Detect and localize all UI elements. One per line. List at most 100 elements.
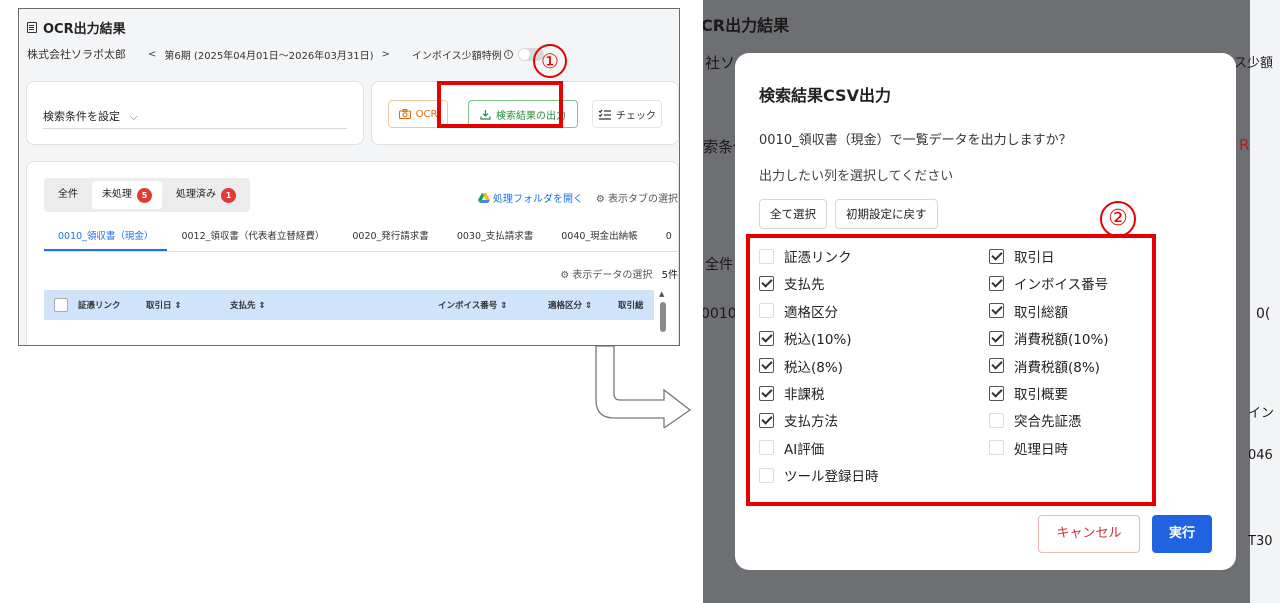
column-option[interactable]: AI評価 [759, 438, 824, 458]
column-option-label: 適格区分 [784, 304, 838, 321]
bg-0: 0( [1256, 306, 1271, 322]
checklist-icon [598, 109, 611, 120]
col-invoice[interactable]: インボイス番号 ⇕ [438, 299, 548, 311]
subtab-0040[interactable]: 0040_現金出納帳 [547, 224, 651, 251]
document-icon [27, 22, 37, 33]
search-condition-dropdown[interactable]: 検索条件を設定 ⌵ [43, 108, 138, 124]
run-button[interactable]: 実行 [1152, 515, 1212, 553]
column-option[interactable]: 支払方法 [759, 410, 838, 430]
column-option[interactable]: 取引総額 [989, 301, 1068, 321]
scroll-thumb[interactable] [660, 302, 666, 332]
column-option-label: 非課税 [784, 387, 825, 403]
col-payee[interactable]: 支払先 ⇕ [230, 299, 438, 311]
scrollbar[interactable]: ▲ [659, 290, 666, 345]
checkbox-checked[interactable] [759, 385, 774, 401]
left-screenshot: OCR出力結果 株式会社ソラボ太郎 < 第6期 (2025年04月01日〜202… [18, 8, 680, 346]
checkbox-checked[interactable] [989, 385, 1004, 401]
tab-unprocessed[interactable]: 未処理 5 [92, 181, 162, 209]
column-option[interactable]: ツール登録日時 [759, 465, 879, 485]
table-row[interactable] [44, 320, 654, 345]
bg-title: CR出力結果 [703, 16, 790, 35]
data-select-bar: ⚙ 表示データの選択 5件 [560, 266, 678, 281]
tab-unprocessed-label: 未処理 [102, 189, 132, 200]
next-period-button[interactable]: > [382, 49, 390, 60]
subtab-0030[interactable]: 0030_支払請求書 [443, 224, 547, 251]
step-1-marker: ① [533, 44, 567, 78]
checkbox-checked[interactable] [759, 275, 774, 291]
column-option-label: ツール登録日時 [784, 469, 879, 486]
column-option-label: 消費税額(10%) [1014, 332, 1109, 349]
checkbox-unchecked[interactable] [759, 248, 774, 264]
subtab-0010[interactable]: 0010_領収書（現金） [44, 224, 168, 251]
period-label: 第6期 (2025年04月01日〜2026年03月31日) [164, 50, 374, 62]
bg-t30: T30 [1248, 534, 1273, 549]
checkbox-unchecked[interactable] [759, 440, 774, 456]
divider [43, 128, 347, 129]
subtab-0012[interactable]: 0012_領収書（代表者立替経費） [167, 224, 338, 251]
column-option-label: AI評価 [784, 441, 825, 458]
right-screenshot: CR出力結果 社ソ ス少額 索条件 R 全件 0010_ 0( イン 046 T… [703, 0, 1280, 603]
prev-period-button[interactable]: < [148, 49, 156, 60]
column-option[interactable]: 証憑リンク [759, 246, 852, 266]
dialog-title: 検索結果CSV出力 [759, 86, 891, 105]
checkbox-unchecked[interactable] [989, 412, 1004, 428]
column-option[interactable]: 処理日時 [989, 438, 1068, 458]
checkbox-checked[interactable] [989, 330, 1004, 346]
column-option[interactable]: インボイス番号 [989, 273, 1108, 293]
column-option[interactable]: 突合先証憑 [989, 410, 1082, 430]
reset-defaults-button[interactable]: 初期設定に戻す [835, 199, 938, 229]
column-option[interactable]: 消費税額(8%) [989, 356, 1100, 376]
count-badge: 1 [221, 187, 236, 203]
column-option-label: 消費税額(8%) [1014, 359, 1100, 376]
column-option[interactable]: 税込(10%) [759, 328, 852, 348]
select-all-button[interactable]: 全て選択 [759, 199, 827, 229]
col-category[interactable]: 適格区分 ⇕ [548, 299, 618, 311]
checkbox-unchecked[interactable] [759, 467, 774, 483]
column-option[interactable]: 取引概要 [989, 383, 1068, 403]
status-tabs: 全件 未処理 5 処理済み 1 [44, 178, 250, 212]
column-option-label: 証憑リンク [784, 250, 852, 266]
checkbox-checked[interactable] [989, 248, 1004, 264]
checkbox-checked[interactable] [759, 330, 774, 346]
dialog-hint: 出力したい列を選択してください [759, 169, 954, 184]
checkbox-unchecked[interactable] [759, 303, 774, 319]
checkbox-checked[interactable] [759, 358, 774, 374]
column-option[interactable]: 消費税額(10%) [989, 328, 1109, 348]
checkbox-checked[interactable] [989, 275, 1004, 291]
col-total[interactable]: 取引総 [618, 299, 644, 311]
column-option[interactable]: 適格区分 [759, 301, 838, 321]
column-option[interactable]: 税込(8%) [759, 356, 843, 376]
column-option-label: 税込(8%) [784, 359, 843, 376]
drive-icon [478, 192, 490, 203]
column-option[interactable]: 支払先 [759, 273, 825, 293]
backdrop-edge [1250, 0, 1280, 603]
csv-export-dialog: 検索結果CSV出力 0010_領収書（現金）で一覧データを出力しますか？ 出力し… [735, 53, 1236, 570]
checkbox-checked[interactable] [989, 358, 1004, 374]
check-button[interactable]: チェック [592, 100, 662, 128]
open-folder-link[interactable]: 処理フォルダを開く [478, 190, 583, 205]
data-select-button[interactable]: ⚙ 表示データの選択 [560, 270, 652, 281]
checkbox-checked[interactable] [989, 303, 1004, 319]
info-icon[interactable]: i [503, 49, 513, 59]
column-option[interactable]: 取引日 [989, 246, 1055, 266]
select-all-checkbox[interactable] [54, 298, 68, 312]
column-option[interactable]: 非課税 [759, 383, 825, 403]
cancel-button[interactable]: キャンセル [1038, 515, 1140, 553]
tab-all[interactable]: 全件 [48, 181, 88, 209]
col-date[interactable]: 取引日 ⇕ [146, 299, 230, 311]
camera-icon [398, 109, 411, 119]
subtab-more[interactable]: 0 [652, 224, 678, 251]
tab-select-button[interactable]: ⚙ 表示タブの選択 [596, 190, 678, 205]
column-option-label: 支払方法 [784, 414, 838, 431]
col-link[interactable]: 証憑リンク [78, 299, 146, 311]
checkbox-checked[interactable] [759, 412, 774, 428]
column-option-label: 支払先 [784, 277, 825, 294]
tab-processed[interactable]: 処理済み 1 [166, 181, 246, 209]
column-option-label: 取引日 [1014, 250, 1055, 266]
bg-in: イン [1248, 406, 1275, 421]
checkbox-unchecked[interactable] [989, 440, 1004, 456]
check-button-label: チェック [616, 110, 656, 122]
invoice-label: インボイス少額特例 [411, 50, 502, 62]
tab-processed-label: 処理済み [176, 189, 216, 200]
subtab-0020[interactable]: 0020_発行請求書 [338, 224, 442, 251]
